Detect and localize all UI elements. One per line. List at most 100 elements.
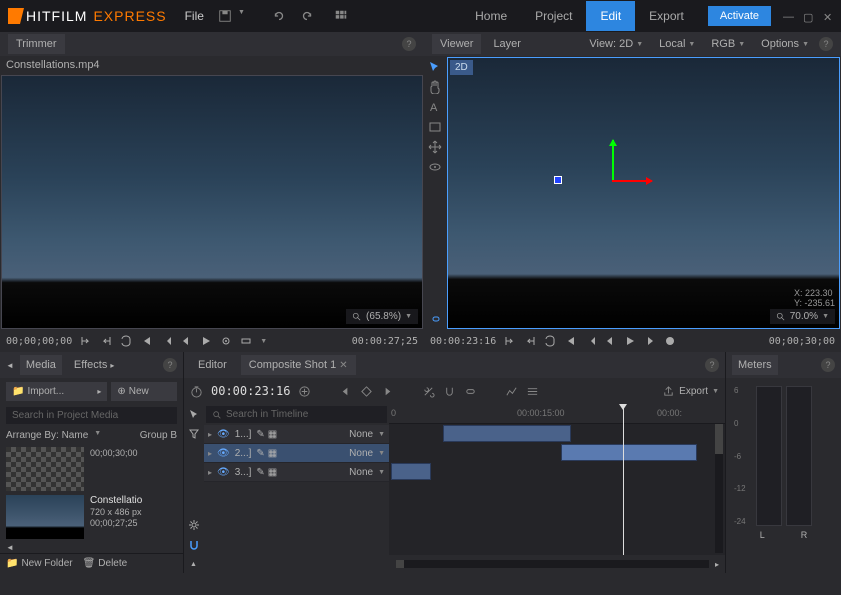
timeline-clip[interactable] [391,463,431,480]
blend-mode-dropdown[interactable]: None [349,448,373,459]
timeline-vscroll[interactable] [715,424,723,553]
eye-icon[interactable]: 👁 [217,448,230,459]
gizmo-x-axis[interactable] [612,180,652,182]
link-icon[interactable] [428,312,442,326]
edit-icon[interactable]: ✎ [256,429,264,440]
step-fwd-icon[interactable] [644,335,656,347]
new-folder-button[interactable]: 📁New Folder [6,558,73,569]
loop-icon[interactable] [544,335,556,347]
keyframe-icon[interactable] [360,385,373,398]
media-search-input[interactable]: Search in Project Media [6,407,177,424]
help-icon[interactable]: ? [163,358,177,372]
new-layer-icon[interactable] [298,385,311,398]
redo-icon[interactable] [300,9,314,23]
trimmer-preview[interactable]: (65.8%) ▼ [1,75,423,329]
loop-icon[interactable] [120,335,132,347]
options-dropdown[interactable]: Options▼ [755,36,815,52]
panel-collapse-arrow[interactable]: ◄ [6,361,14,370]
zoom-dropdown-arrow[interactable]: ▼ [822,313,829,320]
blend-mode-dropdown[interactable]: None [349,467,373,478]
help-icon[interactable]: ? [705,358,719,372]
nav-edit[interactable]: Edit [586,1,635,31]
timeline-playhead[interactable] [623,404,624,555]
grid-icon[interactable]: ▦ [268,467,277,478]
options-icon[interactable] [220,335,232,347]
mask-rect-tool-icon[interactable] [428,120,442,134]
play-icon[interactable] [200,335,212,347]
close-icon[interactable]: ✕ [823,11,833,21]
track-expand-arrow[interactable]: ▸ [208,430,212,439]
local-dropdown[interactable]: Local▼ [653,36,701,52]
text-tool-icon[interactable]: A [428,100,442,114]
tab-editor[interactable]: Editor [190,355,235,375]
orbit-tool-icon[interactable] [428,160,442,174]
prev-frame-icon[interactable] [160,335,172,347]
delete-button[interactable]: 🗑Delete [83,558,128,569]
import-button[interactable]: 📁Import...▸ [6,382,107,401]
step-back-icon[interactable] [180,335,192,347]
scroll-left-arrow[interactable]: ◄ [6,543,14,552]
zoom-icon[interactable] [352,312,362,322]
timeline-track[interactable]: ▸ 👁 1...] ✎▦ None ▼ [204,425,389,444]
go-start-icon[interactable] [564,335,576,347]
help-icon[interactable]: ? [821,358,835,372]
activate-button[interactable]: Activate [708,6,771,26]
view-mode-dropdown[interactable]: View: 2D▼ [583,36,649,52]
gear-icon[interactable] [188,519,200,531]
layout-grid-icon[interactable] [334,9,348,23]
blend-mode-dropdown[interactable]: None [349,429,373,440]
media-item[interactable]: 00;00;30;00 [6,447,177,491]
timeline-hscroll[interactable] [396,560,709,568]
timeline-clip[interactable] [561,444,697,461]
out-point-icon[interactable] [524,335,536,347]
value-graph-icon[interactable] [505,385,518,398]
in-point-icon[interactable] [504,335,516,347]
pointer-tool-icon[interactable] [188,408,200,420]
tab-trimmer[interactable]: Trimmer [8,34,65,54]
play-icon[interactable] [624,335,636,347]
list-view-icon[interactable] [526,385,539,398]
grid-icon[interactable]: ▦ [268,429,277,440]
timeline-export-button[interactable]: Export▼ [662,385,719,398]
insert-icon[interactable] [240,335,252,347]
save-dropdown-arrow[interactable]: ▼ [238,9,252,23]
arrange-by-dropdown[interactable]: Arrange By: Name [6,430,88,441]
timeline-clip[interactable] [443,425,571,442]
prev-key-icon[interactable] [339,385,352,398]
in-point-icon[interactable] [80,335,92,347]
timeline-search-input[interactable]: Search in Timeline [206,406,387,423]
tab-viewer[interactable]: Viewer [432,34,481,54]
hand-tool-icon[interactable] [428,80,442,94]
insert-dropdown-arrow[interactable]: ▼ [260,338,267,345]
nav-export[interactable]: Export [635,1,698,31]
slice-tool-icon[interactable] [422,385,435,398]
menu-file[interactable]: File [185,9,204,23]
group-by-dropdown[interactable]: Group B [140,430,177,441]
track-expand-arrow[interactable]: ▸ [208,468,212,477]
magnet-icon[interactable] [188,539,200,551]
gizmo-handle[interactable] [554,176,562,184]
rgb-dropdown[interactable]: RGB▼ [705,36,751,52]
zoom-icon[interactable] [776,312,786,322]
record-icon[interactable] [664,335,676,347]
edit-icon[interactable]: ✎ [256,467,264,478]
timeline-ruler[interactable]: 0 00:00:15:00 00:00: [389,404,725,424]
maximize-icon[interactable]: ▢ [803,11,813,21]
nav-home[interactable]: Home [461,1,521,31]
edit-icon[interactable]: ✎ [256,448,264,459]
new-button[interactable]: ⊕New [111,382,177,401]
eye-icon[interactable]: 👁 [217,467,230,478]
viewer-canvas[interactable]: 2D X: 223.30 Y: -235.61 70.0% ▼ [447,57,840,329]
tab-effects[interactable]: Effects ▸ [68,355,121,375]
timeline-canvas[interactable]: 0 00:00:15:00 00:00: [389,404,725,555]
tab-meters[interactable]: Meters [732,355,778,375]
prev-frame-icon[interactable] [584,335,596,347]
track-expand-arrow[interactable]: ▸ [208,449,212,458]
nav-project[interactable]: Project [521,1,586,31]
next-key-icon[interactable] [381,385,394,398]
editor-timecode[interactable]: 00:00:23:16 [211,384,290,398]
scroll-right-arrow[interactable]: ▸ [715,560,719,569]
tab-media[interactable]: Media [20,355,62,375]
save-icon[interactable] [218,9,232,23]
undo-icon[interactable] [272,9,286,23]
